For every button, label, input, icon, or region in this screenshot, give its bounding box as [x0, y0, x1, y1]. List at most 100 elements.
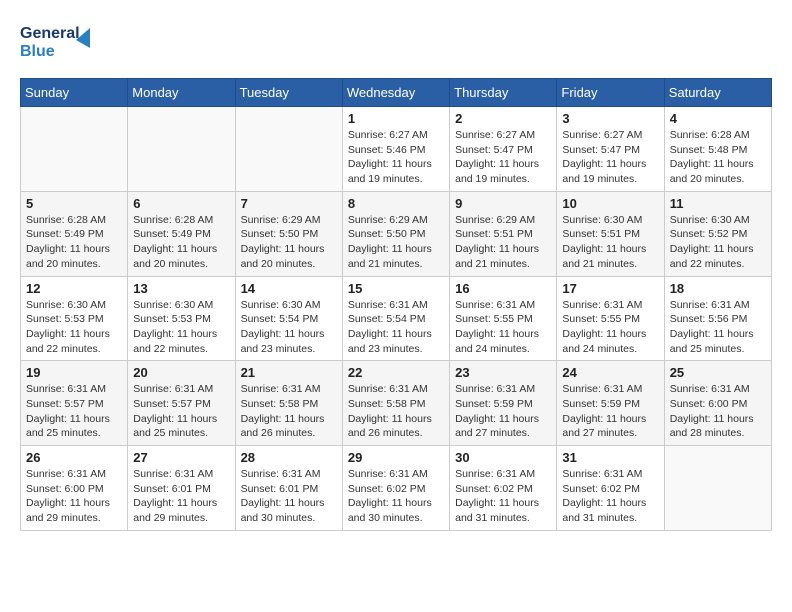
day-number: 20 — [133, 365, 229, 380]
calendar-cell — [128, 107, 235, 192]
calendar-cell: 4Sunrise: 6:28 AM Sunset: 5:48 PM Daylig… — [664, 107, 771, 192]
day-number: 21 — [241, 365, 337, 380]
calendar-cell: 16 Sunrise: 6:31 AM Sunset: 5:55 PM Dayli… — [450, 276, 557, 361]
day-number: 18 — [670, 281, 766, 296]
day-info: Sunrise: 6:28 AM Sunset: 5:49 PM Dayligh… — [26, 213, 122, 272]
day-info: Sunrise: 6:29 AM Sunset: 5:50 PM Dayligh… — [348, 213, 444, 272]
weekday-header-sunday: Sunday — [21, 79, 128, 107]
day-info: Sunrise: 6:30 AM Sunset: 5:53 PM Dayligh… — [133, 298, 229, 357]
calendar-cell: 22 Sunrise: 6:31 AM Sunset: 5:58 PM Dayli… — [342, 361, 449, 446]
page-header: GeneralBlue — [20, 20, 772, 62]
day-info: Sunrise: 6:31 AM Sunset: 5:55 PM Dayligh… — [562, 298, 658, 357]
calendar-body: 1 Sunrise: 6:27 AM Sunset: 5:46 PM Daylig… — [21, 107, 772, 531]
day-info: Sunrise: 6:31 AM Sunset: 6:00 PM Dayligh… — [670, 382, 766, 441]
day-info: Sunrise: 6:31 AM Sunset: 6:02 PM Dayligh… — [348, 467, 444, 526]
calendar-cell: 20 Sunrise: 6:31 AM Sunset: 5:57 PM Dayli… — [128, 361, 235, 446]
day-number: 17 — [562, 281, 658, 296]
day-info: Sunrise: 6:29 AM Sunset: 5:51 PM Dayligh… — [455, 213, 551, 272]
calendar-header: SundayMondayTuesdayWednesdayThursdayFrid… — [21, 79, 772, 107]
day-info: Sunrise: 6:31 AM Sunset: 5:54 PM Dayligh… — [348, 298, 444, 357]
day-number: 11 — [670, 196, 766, 211]
weekday-header-thursday: Thursday — [450, 79, 557, 107]
day-info: Sunrise: 6:31 AM Sunset: 5:57 PM Dayligh… — [133, 382, 229, 441]
weekday-header-tuesday: Tuesday — [235, 79, 342, 107]
logo-svg: GeneralBlue — [20, 20, 100, 62]
calendar-cell — [664, 446, 771, 531]
day-number: 13 — [133, 281, 229, 296]
day-number: 3 — [562, 111, 658, 126]
calendar-cell: 6Sunrise: 6:28 AM Sunset: 5:49 PM Daylig… — [128, 191, 235, 276]
calendar-week-4: 19 Sunrise: 6:31 AM Sunset: 5:57 PM Dayli… — [21, 361, 772, 446]
day-info: Sunrise: 6:31 AM Sunset: 5:56 PM Dayligh… — [670, 298, 766, 357]
svg-text:General: General — [20, 25, 80, 42]
day-number: 23 — [455, 365, 551, 380]
calendar-cell: 30Sunrise: 6:31 AM Sunset: 6:02 PM Dayli… — [450, 446, 557, 531]
calendar-cell: 25 Sunrise: 6:31 AM Sunset: 6:00 PM Dayli… — [664, 361, 771, 446]
day-info: Sunrise: 6:29 AM Sunset: 5:50 PM Dayligh… — [241, 213, 337, 272]
day-info: Sunrise: 6:30 AM Sunset: 5:53 PM Dayligh… — [26, 298, 122, 357]
calendar-cell: 7Sunrise: 6:29 AM Sunset: 5:50 PM Daylig… — [235, 191, 342, 276]
day-info: Sunrise: 6:27 AM Sunset: 5:47 PM Dayligh… — [562, 128, 658, 187]
day-number: 27 — [133, 450, 229, 465]
calendar-week-1: 1 Sunrise: 6:27 AM Sunset: 5:46 PM Daylig… — [21, 107, 772, 192]
day-number: 1 — [348, 111, 444, 126]
weekday-header-monday: Monday — [128, 79, 235, 107]
calendar-cell: 14 Sunrise: 6:30 AM Sunset: 5:54 PM Dayli… — [235, 276, 342, 361]
day-number: 9 — [455, 196, 551, 211]
day-number: 12 — [26, 281, 122, 296]
logo: GeneralBlue — [20, 20, 100, 62]
weekday-header-friday: Friday — [557, 79, 664, 107]
day-info: Sunrise: 6:30 AM Sunset: 5:54 PM Dayligh… — [241, 298, 337, 357]
day-number: 31 — [562, 450, 658, 465]
day-info: Sunrise: 6:27 AM Sunset: 5:46 PM Dayligh… — [348, 128, 444, 187]
calendar-cell: 27 Sunrise: 6:31 AM Sunset: 6:01 PM Dayli… — [128, 446, 235, 531]
calendar-cell: 11Sunrise: 6:30 AM Sunset: 5:52 PM Dayli… — [664, 191, 771, 276]
day-number: 26 — [26, 450, 122, 465]
day-info: Sunrise: 6:31 AM Sunset: 6:02 PM Dayligh… — [562, 467, 658, 526]
svg-text:Blue: Blue — [20, 43, 55, 60]
calendar-cell: 13 Sunrise: 6:30 AM Sunset: 5:53 PM Dayli… — [128, 276, 235, 361]
calendar-cell — [235, 107, 342, 192]
calendar-cell: 17 Sunrise: 6:31 AM Sunset: 5:55 PM Dayli… — [557, 276, 664, 361]
day-info: Sunrise: 6:31 AM Sunset: 5:59 PM Dayligh… — [562, 382, 658, 441]
day-number: 4 — [670, 111, 766, 126]
calendar-cell: 28Sunrise: 6:31 AM Sunset: 6:01 PM Dayli… — [235, 446, 342, 531]
day-number: 19 — [26, 365, 122, 380]
day-info: Sunrise: 6:31 AM Sunset: 6:01 PM Dayligh… — [241, 467, 337, 526]
day-info: Sunrise: 6:31 AM Sunset: 5:58 PM Dayligh… — [348, 382, 444, 441]
day-number: 5 — [26, 196, 122, 211]
day-info: Sunrise: 6:27 AM Sunset: 5:47 PM Dayligh… — [455, 128, 551, 187]
day-number: 8 — [348, 196, 444, 211]
calendar-cell: 10Sunrise: 6:30 AM Sunset: 5:51 PM Dayli… — [557, 191, 664, 276]
day-number: 30 — [455, 450, 551, 465]
calendar-cell: 24 Sunrise: 6:31 AM Sunset: 5:59 PM Dayli… — [557, 361, 664, 446]
calendar-cell: 18 Sunrise: 6:31 AM Sunset: 5:56 PM Dayli… — [664, 276, 771, 361]
weekday-row: SundayMondayTuesdayWednesdayThursdayFrid… — [21, 79, 772, 107]
day-number: 22 — [348, 365, 444, 380]
day-info: Sunrise: 6:31 AM Sunset: 6:00 PM Dayligh… — [26, 467, 122, 526]
day-number: 24 — [562, 365, 658, 380]
day-number: 25 — [670, 365, 766, 380]
weekday-header-wednesday: Wednesday — [342, 79, 449, 107]
calendar-cell — [21, 107, 128, 192]
calendar-cell: 15Sunrise: 6:31 AM Sunset: 5:54 PM Dayli… — [342, 276, 449, 361]
calendar-cell: 29Sunrise: 6:31 AM Sunset: 6:02 PM Dayli… — [342, 446, 449, 531]
calendar-cell: 5 Sunrise: 6:28 AM Sunset: 5:49 PM Daylig… — [21, 191, 128, 276]
day-info: Sunrise: 6:31 AM Sunset: 5:58 PM Dayligh… — [241, 382, 337, 441]
calendar-cell: 19 Sunrise: 6:31 AM Sunset: 5:57 PM Dayli… — [21, 361, 128, 446]
day-info: Sunrise: 6:30 AM Sunset: 5:51 PM Dayligh… — [562, 213, 658, 272]
day-info: Sunrise: 6:31 AM Sunset: 5:55 PM Dayligh… — [455, 298, 551, 357]
calendar-cell: 21 Sunrise: 6:31 AM Sunset: 5:58 PM Dayli… — [235, 361, 342, 446]
day-number: 16 — [455, 281, 551, 296]
day-info: Sunrise: 6:31 AM Sunset: 5:59 PM Dayligh… — [455, 382, 551, 441]
weekday-header-saturday: Saturday — [664, 79, 771, 107]
calendar-cell: 8 Sunrise: 6:29 AM Sunset: 5:50 PM Daylig… — [342, 191, 449, 276]
calendar-cell: 1 Sunrise: 6:27 AM Sunset: 5:46 PM Daylig… — [342, 107, 449, 192]
calendar-cell: 23 Sunrise: 6:31 AM Sunset: 5:59 PM Dayli… — [450, 361, 557, 446]
calendar-cell: 12 Sunrise: 6:30 AM Sunset: 5:53 PM Dayli… — [21, 276, 128, 361]
day-info: Sunrise: 6:31 AM Sunset: 6:01 PM Dayligh… — [133, 467, 229, 526]
day-number: 14 — [241, 281, 337, 296]
calendar-cell: 9 Sunrise: 6:29 AM Sunset: 5:51 PM Daylig… — [450, 191, 557, 276]
day-info: Sunrise: 6:31 AM Sunset: 5:57 PM Dayligh… — [26, 382, 122, 441]
day-number: 2 — [455, 111, 551, 126]
